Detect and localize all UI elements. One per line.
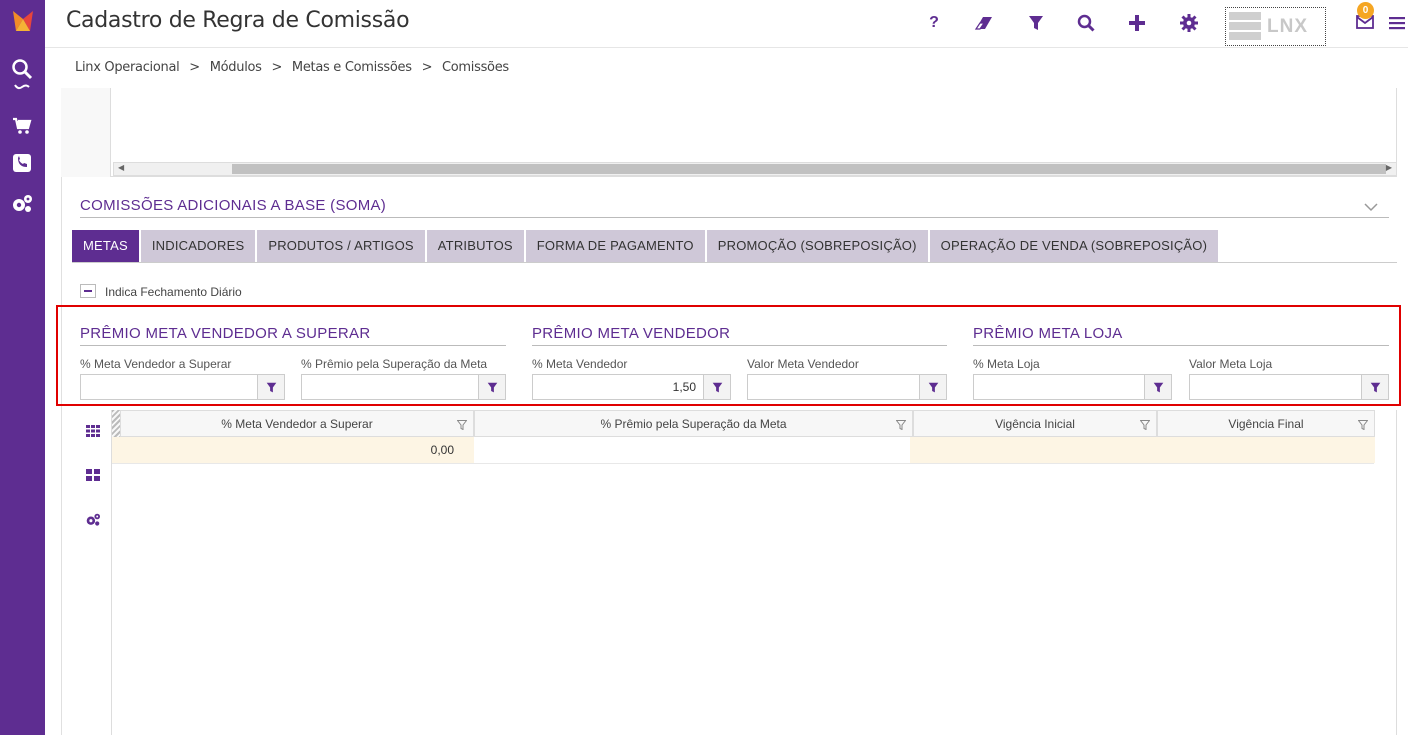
group-title-meta-vendedor-superar: PRÊMIO META VENDEDOR A SUPERAR [80, 325, 371, 342]
row-divider [112, 463, 1374, 464]
notification-badge[interactable]: 0 [1357, 2, 1374, 19]
tab-atributos[interactable]: ATRIBUTOS [426, 230, 524, 262]
premio-superacao-input[interactable] [301, 374, 506, 400]
tab-bar: METAS INDICADORES PRODUTOS / ARTIGOS ATR… [72, 230, 1220, 262]
help-icon[interactable]: ? [923, 12, 945, 34]
breadcrumb-modulos[interactable]: Módulos [210, 60, 262, 75]
grid-right-border [1396, 410, 1397, 735]
search-icon[interactable] [1075, 12, 1097, 34]
meta-vendedor-superar-input[interactable] [80, 374, 285, 400]
plus-icon[interactable] [1126, 12, 1148, 34]
column-header-label: % Meta Vendedor a Superar [221, 417, 373, 431]
column-header-label: % Prêmio pela Superação da Meta [600, 417, 787, 431]
table-cell[interactable]: 0,00 [112, 437, 474, 463]
group-title-meta-loja: PRÊMIO META LOJA [973, 325, 1123, 342]
breadcrumb-separator: > [189, 60, 200, 75]
column-filter-icon[interactable] [896, 420, 906, 430]
eraser-icon[interactable] [973, 12, 995, 34]
tab-operacao-venda[interactable]: OPERAÇÃO DE VENDA (SOBREPOSIÇÃO) [929, 230, 1219, 262]
valor-meta-loja-input[interactable] [1189, 374, 1389, 400]
section-title: COMISSÕES ADICIONAIS A BASE (SOMA) [80, 197, 387, 214]
column-filter-icon[interactable] [457, 420, 467, 430]
chevron-down-icon[interactable] [1362, 198, 1380, 216]
phone-icon[interactable] [11, 152, 33, 174]
filter-icon[interactable] [1361, 374, 1389, 400]
search-icon[interactable] [11, 58, 33, 80]
upper-grid-toolbar [61, 88, 111, 177]
tab-metas[interactable]: METAS [72, 230, 139, 262]
field-label: % Meta Vendedor [532, 357, 628, 371]
grid-settings-icon[interactable] [84, 511, 102, 529]
app-logo-icon[interactable] [10, 8, 36, 34]
meta-loja-input[interactable] [973, 374, 1172, 400]
page-title: Cadastro de Regra de Comissão [66, 8, 410, 33]
filter-icon[interactable] [478, 374, 506, 400]
section-divider [80, 217, 1389, 218]
tab-indicadores[interactable]: INDICADORES [140, 230, 256, 262]
logo-text: LNX [1267, 16, 1308, 37]
horizontal-scrollbar[interactable]: ◀ ▶ [113, 162, 1397, 176]
tab-divider [72, 262, 1397, 263]
breadcrumb-separator: > [421, 60, 433, 75]
meta-vendedor-input[interactable]: 1,50 [532, 374, 731, 400]
field-label: % Prêmio pela Superação da Meta [301, 357, 488, 371]
table-cell[interactable] [474, 437, 910, 463]
logo-bars [1229, 12, 1261, 41]
grid-toolbar [72, 410, 112, 735]
group-divider [532, 345, 947, 346]
breadcrumb-comissoes[interactable]: Comissões [442, 60, 509, 75]
field-label: % Meta Vendedor a Superar [80, 357, 232, 371]
sidebar [0, 0, 45, 735]
field-label: Valor Meta Vendedor [747, 357, 859, 371]
group-title-meta-vendedor: PRÊMIO META VENDEDOR [532, 325, 731, 342]
fechamento-diario-checkbox[interactable] [80, 284, 96, 298]
tab-produtos-artigos[interactable]: PRODUTOS / ARTIGOS [257, 230, 425, 262]
breadcrumb-linx-operacional[interactable]: Linx Operacional [75, 60, 180, 75]
table-cell[interactable] [1157, 437, 1375, 463]
column-header-vigencia-final[interactable]: Vigência Final [1157, 410, 1375, 437]
top-bar: Cadastro de Regra de Comissão ? LNX 0 [45, 0, 1408, 48]
group-divider [973, 345, 1389, 346]
tab-forma-pagamento[interactable]: FORMA DE PAGAMENTO [525, 230, 705, 262]
field-label: Valor Meta Loja [1189, 357, 1273, 371]
table-cell[interactable] [910, 437, 1157, 463]
settings-cogs-icon[interactable] [11, 193, 33, 215]
filter-icon[interactable] [1144, 374, 1172, 400]
filter-icon[interactable] [257, 374, 285, 400]
column-header-label: Vigência Final [1228, 417, 1304, 431]
column-header-label: Vigência Inicial [995, 417, 1075, 431]
column-header-premio-superacao[interactable]: % Prêmio pela Superação da Meta [474, 410, 913, 437]
column-header-vigencia-inicial[interactable]: Vigência Inicial [913, 410, 1157, 437]
scrollbar-thumb[interactable] [232, 164, 1386, 174]
grid-corner [112, 410, 120, 437]
filter-icon[interactable] [703, 374, 731, 400]
scroll-right-icon[interactable]: ▶ [1386, 163, 1392, 172]
column-filter-icon[interactable] [1140, 420, 1150, 430]
column-filter-icon[interactable] [1358, 420, 1368, 430]
breadcrumb: Linx Operacional > Módulos > Metas e Com… [75, 60, 515, 75]
company-logo[interactable]: LNX [1225, 7, 1326, 46]
field-label: % Meta Loja [973, 357, 1040, 371]
column-header-meta-vendedor-superar[interactable]: % Meta Vendedor a Superar [120, 410, 474, 437]
valor-meta-vendedor-input[interactable] [747, 374, 947, 400]
fechamento-diario-label: Indica Fechamento Diário [105, 285, 242, 299]
filter-icon[interactable] [919, 374, 947, 400]
breadcrumb-metas-comissoes[interactable]: Metas e Comissões [292, 60, 412, 75]
grid-view-icon[interactable] [84, 422, 102, 440]
filter-icon[interactable] [1025, 12, 1047, 34]
gear-icon[interactable] [1178, 12, 1200, 34]
scroll-left-icon[interactable]: ◀ [118, 163, 124, 172]
tile-view-icon[interactable] [84, 466, 102, 484]
menu-icon[interactable] [1386, 12, 1408, 34]
wave-icon[interactable] [11, 82, 33, 92]
breadcrumb-separator: > [271, 60, 283, 75]
group-divider [80, 345, 506, 346]
cart-icon[interactable] [11, 115, 33, 137]
tab-promocao[interactable]: PROMOÇÃO (SOBREPOSIÇÃO) [706, 230, 928, 262]
